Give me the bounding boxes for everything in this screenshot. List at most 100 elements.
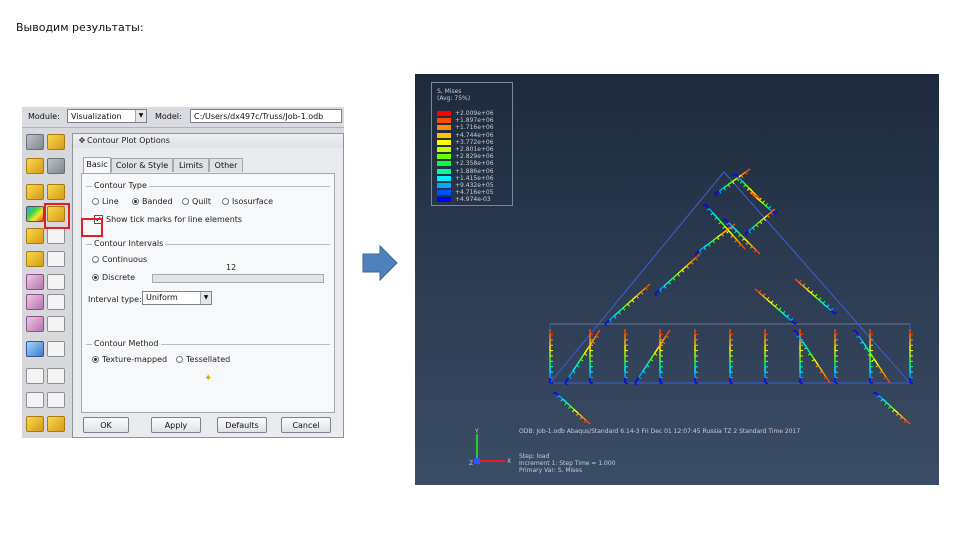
ok-button[interactable]: OK — [83, 417, 129, 433]
radio-discrete[interactable]: Discrete — [92, 273, 135, 282]
truss-member-segment — [581, 416, 587, 421]
free-body-icon[interactable] — [26, 368, 44, 384]
tab-color-style[interactable]: Color & Style — [111, 158, 173, 172]
truss-tick-mark — [790, 317, 794, 321]
truss-tick-mark — [686, 265, 689, 269]
truss-tick-mark — [552, 391, 556, 395]
report-icon[interactable] — [47, 294, 65, 310]
truss-tick-mark — [732, 181, 735, 185]
radio-isosurface-button[interactable] — [222, 198, 229, 205]
truss-member-segment — [767, 211, 772, 216]
contour-plot-icon[interactable] — [26, 206, 44, 222]
truss-member-segment — [854, 329, 860, 337]
stream-icon[interactable] — [26, 316, 44, 332]
truss-member-segment — [732, 235, 738, 241]
radio-continuous-button[interactable] — [92, 256, 99, 263]
radio-discrete-button[interactable] — [92, 274, 99, 281]
truss-tick-mark — [695, 257, 698, 261]
truss-tick-mark — [564, 402, 568, 406]
contour-intervals-group: Contour Intervals Continuous Discrete 12… — [86, 239, 330, 337]
increment-info: Increment 1: Step Time = 1.000 — [519, 460, 616, 467]
radio-banded-button[interactable] — [132, 198, 139, 205]
truss-member-segment — [712, 212, 718, 218]
radio-quilt[interactable]: Quilt — [182, 197, 211, 206]
truss-tick-mark — [778, 307, 782, 311]
xy-data-icon[interactable] — [26, 294, 44, 310]
truss-tick-mark — [774, 211, 778, 215]
deformed-shape-icon[interactable] — [26, 134, 44, 150]
truss-member-segment — [744, 230, 750, 235]
radio-tessellated-button[interactable] — [176, 356, 183, 363]
tab-limits[interactable]: Limits — [173, 158, 209, 172]
plot-options-icon[interactable] — [47, 184, 65, 200]
truss-right-rafter — [723, 171, 911, 384]
truss-member-segment — [794, 278, 800, 284]
truss-tick-mark — [852, 329, 856, 333]
interval-type-select[interactable]: Uniform ▼ — [142, 291, 212, 305]
truss-member-segment — [778, 309, 784, 315]
tab-basic[interactable]: Basic — [83, 157, 111, 173]
common-options-icon[interactable] — [26, 158, 44, 174]
truss-member-segment — [763, 214, 768, 219]
truss-tick-mark — [834, 311, 838, 315]
query-icon[interactable] — [26, 341, 44, 357]
symbol-plot-icon[interactable] — [26, 228, 44, 244]
interval-count-slider[interactable] — [152, 274, 324, 283]
stream-options-icon[interactable] — [47, 316, 65, 332]
animate-options-icon[interactable] — [47, 416, 65, 432]
truss-member-segment — [755, 249, 761, 255]
truss-tick-mark — [895, 412, 899, 416]
truss-member-segment — [631, 295, 637, 301]
orientation-options-icon[interactable] — [47, 251, 65, 267]
contour-type-group: Contour Type Line Banded Quilt Isosurfac… — [86, 181, 330, 237]
truss-member-segment — [659, 285, 665, 291]
truss-member-segment — [798, 281, 804, 287]
radio-texture-mapped-button[interactable] — [92, 356, 99, 363]
truss-member-segment — [734, 173, 740, 179]
truss-tick-mark — [807, 353, 811, 356]
truss-member-segment — [622, 303, 628, 309]
animate-icon[interactable] — [26, 416, 44, 432]
truss-member-segment — [686, 261, 692, 267]
radio-quilt-button[interactable] — [182, 198, 189, 205]
truss-tick-mark — [568, 405, 571, 409]
defaults-button[interactable]: Defaults — [217, 417, 267, 433]
truss-member-segment — [740, 244, 746, 250]
view-cut-icon[interactable] — [47, 368, 65, 384]
radio-isosurface[interactable]: Isosurface — [222, 197, 273, 206]
radio-banded[interactable]: Banded — [132, 197, 173, 206]
allow-multiple-icon[interactable] — [26, 184, 44, 200]
radio-texture-mapped[interactable]: Texture-mapped — [92, 355, 167, 364]
radio-line-button[interactable] — [92, 198, 99, 205]
cancel-button[interactable]: Cancel — [281, 417, 331, 433]
symbol-options-icon[interactable] — [47, 228, 65, 244]
truss-member-segment — [694, 250, 700, 255]
truss-tick-mark — [875, 364, 879, 368]
radio-line[interactable]: Line — [92, 197, 119, 206]
curve-icon[interactable] — [47, 392, 65, 408]
undeformed-shape-icon[interactable] — [47, 134, 65, 150]
display-group-icon[interactable] — [47, 341, 65, 357]
radio-continuous[interactable]: Continuous — [92, 255, 147, 264]
truss-tick-mark — [579, 416, 583, 420]
path-icon[interactable] — [26, 392, 44, 408]
truss-member-segment — [752, 224, 757, 229]
tab-other[interactable]: Other — [209, 158, 243, 172]
truss-member-segment — [716, 217, 722, 223]
module-select[interactable]: Visualization ▼ — [67, 109, 147, 123]
truss-tick-mark — [786, 314, 790, 318]
truss-tick-mark — [677, 273, 680, 277]
xy-options-icon[interactable] — [47, 274, 65, 290]
apply-button[interactable]: Apply — [151, 417, 201, 433]
dialog-titlebar[interactable]: ✥ Contour Plot Options — [73, 134, 343, 148]
truss-member-segment — [743, 237, 749, 243]
xy-plot-icon[interactable] — [26, 274, 44, 290]
contour-options-highlight — [44, 203, 70, 229]
truss-member-segment — [720, 221, 726, 227]
model-select[interactable]: C:/Users/dx497c/Truss/Job-1.odb — [190, 109, 342, 123]
radio-tessellated[interactable]: Tessellated — [176, 355, 230, 364]
truss-tick-mark — [572, 370, 576, 374]
superimpose-icon[interactable] — [47, 158, 65, 174]
material-orientation-icon[interactable] — [26, 251, 44, 267]
hint-bulb-icon: ✦ — [204, 373, 213, 384]
